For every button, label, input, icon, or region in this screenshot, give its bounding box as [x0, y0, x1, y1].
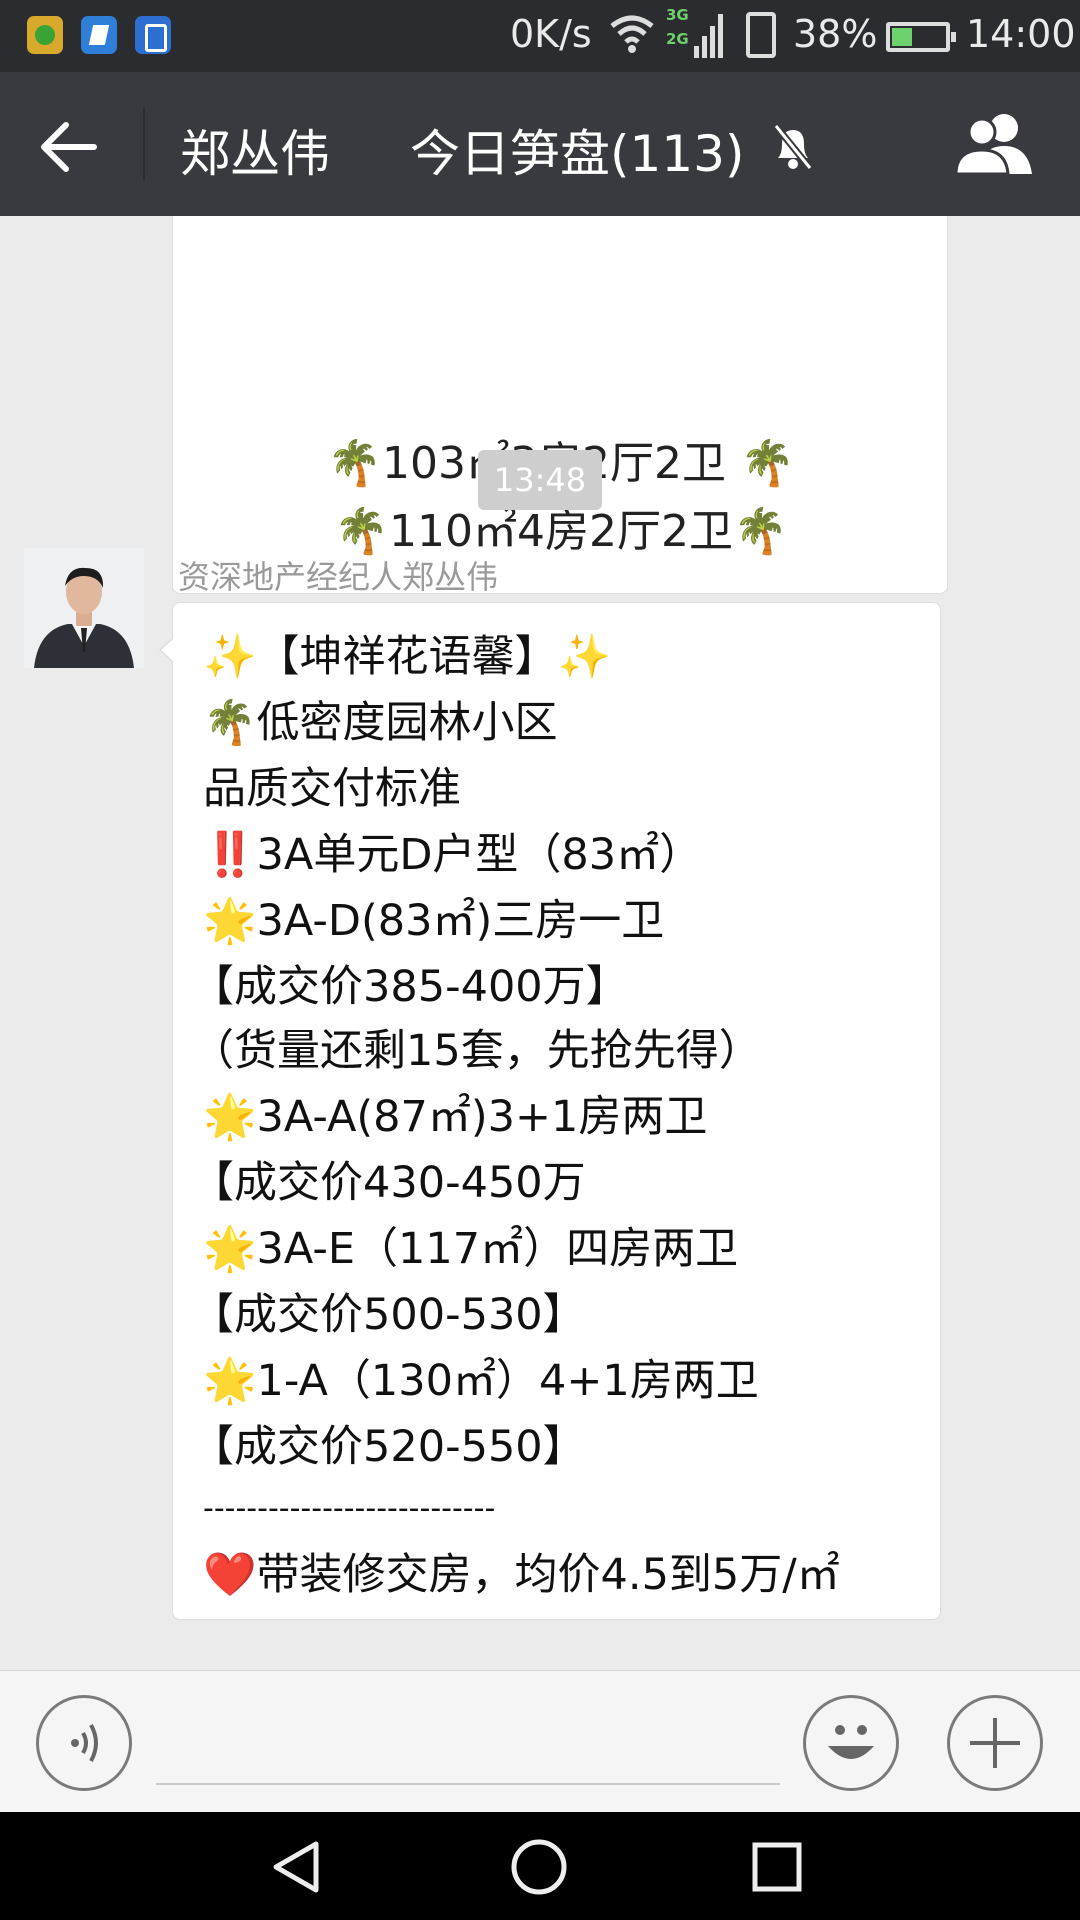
message-line: 🌟1-A（130㎡）4+1房两卫 — [203, 1356, 759, 1406]
wifi-icon — [610, 15, 654, 53]
message-separator: --------------------------- — [203, 1491, 496, 1526]
emoji-button[interactable] — [803, 1695, 899, 1791]
app-notification-icon — [81, 16, 117, 54]
header-divider — [143, 108, 145, 180]
message-line: ‼️3A单元D户型（83㎡） — [203, 830, 703, 880]
clock: 14:00 — [966, 12, 1076, 56]
chat-header: 郑丛伟 今日笋盘(113) — [0, 72, 1080, 216]
app-notification-icon — [135, 16, 171, 54]
voice-button[interactable] — [36, 1695, 132, 1791]
voice-icon — [71, 1724, 98, 1762]
message-line: 🌴低密度园林小区 — [203, 698, 558, 748]
status-bar: 0K/s 3G 2G 38% 14:00 — [0, 0, 1080, 72]
mute-bell-icon — [773, 123, 813, 171]
nav-home-icon[interactable] — [506, 1834, 572, 1900]
message-line: 🌟3A-E（117㎡）四房两卫 — [203, 1224, 739, 1274]
battery-percent: 38% — [793, 12, 878, 56]
message-input[interactable] — [156, 1701, 780, 1785]
message-line: 🌟3A-D(83㎡)三房一卫 — [203, 896, 665, 946]
battery-icon — [886, 22, 956, 52]
more-button[interactable] — [947, 1695, 1043, 1791]
message-line: 品质交付标准 — [203, 764, 461, 814]
message-line: ❤️带装修交房，均价4.5到5万/㎡ — [203, 1550, 840, 1600]
group-title: 今日笋盘(113) — [410, 125, 745, 183]
sender-name: 资深地产经纪人郑丛伟 — [178, 558, 499, 596]
message-line: （货量还剩15套，先抢先得） — [191, 1026, 762, 1076]
message-timestamp: 13:48 — [478, 450, 602, 510]
message-line: 【成交价500-530】 — [191, 1290, 586, 1340]
sim-card-icon — [746, 12, 776, 58]
back-arrow-icon[interactable] — [34, 112, 104, 182]
message-bubble[interactable]: ✨【坤祥花语馨】✨ 🌴低密度园林小区 品质交付标准 ‼️3A单元D户型（83㎡）… — [159, 602, 941, 1620]
signal-icon — [694, 14, 723, 58]
input-bar — [0, 1670, 1080, 1812]
emoji-icon — [828, 1725, 874, 1759]
contact-name: 郑丛伟 — [180, 125, 330, 183]
message-line: 【成交价430-450万 — [191, 1158, 586, 1208]
previous-message-bubble[interactable]: 🌴103㎡3房2厅2卫 🌴 🌴110㎡4房2厅2卫🌴 — [172, 216, 948, 594]
group-members-icon[interactable] — [952, 110, 1038, 176]
plus-icon — [970, 1718, 1020, 1768]
message-line: ✨【坤祥花语馨】✨ — [203, 632, 612, 682]
nav-back-icon[interactable] — [264, 1834, 330, 1900]
system-nav-bar — [0, 1812, 1080, 1920]
network-speed: 0K/s — [510, 12, 592, 56]
app-notification-icon — [27, 16, 63, 54]
sender-avatar[interactable] — [24, 548, 144, 668]
chat-area[interactable]: 🌴103㎡3房2厅2卫 🌴 🌴110㎡4房2厅2卫🌴 13:48 资深地产经纪人… — [0, 216, 1080, 1670]
message-line: 🌟3A-A(87㎡)3+1房两卫 — [203, 1092, 708, 1142]
nav-recent-icon[interactable] — [744, 1834, 810, 1900]
message-line: 【成交价385-400万】 — [191, 962, 629, 1012]
message-line: 【成交价520-550】 — [191, 1422, 586, 1472]
